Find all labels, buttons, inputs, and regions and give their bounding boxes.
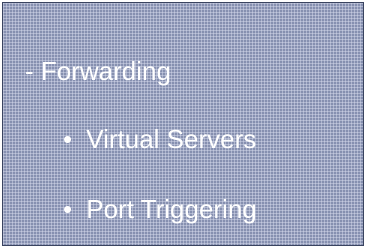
list-item-port-triggering: • Port Triggering	[63, 193, 257, 225]
bullet-icon: •	[63, 194, 73, 224]
list-item-label: Port Triggering	[86, 194, 257, 224]
section-heading: - Forwarding	[25, 56, 171, 86]
bullet-icon: •	[63, 124, 73, 154]
list-item-virtual-servers: • Virtual Servers	[63, 123, 256, 155]
list-item-label: Virtual Servers	[86, 124, 257, 154]
slide-panel: - Forwarding • Virtual Servers • Port Tr…	[2, 2, 364, 246]
